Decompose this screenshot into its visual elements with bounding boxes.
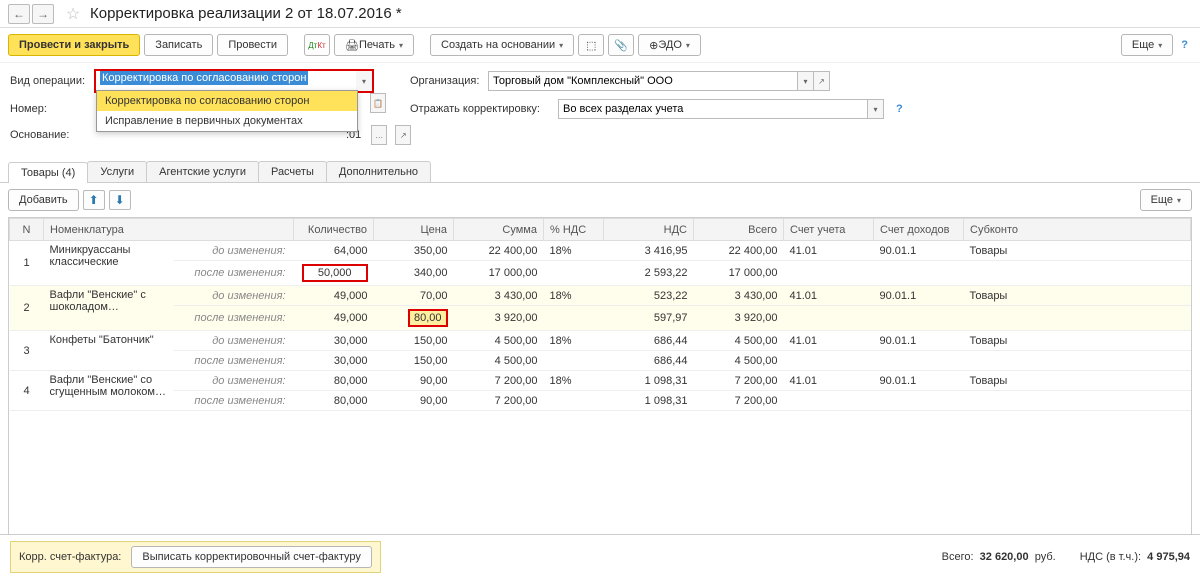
col-vat[interactable]: НДС xyxy=(604,219,694,241)
col-acc[interactable]: Счет учета xyxy=(784,219,874,241)
col-sum[interactable]: Сумма xyxy=(454,219,544,241)
tab-agent[interactable]: Агентские услуги xyxy=(146,161,259,182)
move-down-button[interactable]: ⬇ xyxy=(109,190,131,210)
number-calendar-icon[interactable]: 📋 xyxy=(370,93,386,113)
tab-calc[interactable]: Расчеты xyxy=(258,161,327,182)
col-sub[interactable]: Субконто xyxy=(964,219,1191,241)
col-price[interactable]: Цена xyxy=(374,219,454,241)
post-button[interactable]: Провести xyxy=(217,34,288,56)
total-label: Всего: xyxy=(942,551,974,563)
table-more-button[interactable]: Еще xyxy=(1140,189,1192,211)
dd-option-agreement[interactable]: Корректировка по согласованию сторон xyxy=(97,91,357,111)
add-button[interactable]: Добавить xyxy=(8,189,79,211)
table-row[interactable]: 1 Миникруассаны классические до изменени… xyxy=(10,241,1191,261)
create-based-button[interactable]: Создать на основании xyxy=(430,34,574,56)
reflect-field[interactable] xyxy=(558,99,868,119)
reflect-dropdown-icon[interactable]: ▾ xyxy=(868,99,884,119)
col-nom[interactable]: Номенклатура xyxy=(44,219,294,241)
basis-open-icon[interactable]: ↗ xyxy=(395,125,411,145)
nav-back[interactable]: ← xyxy=(8,4,30,24)
col-inc[interactable]: Счет доходов xyxy=(874,219,964,241)
print-label: Печать xyxy=(359,39,395,51)
post-and-close-button[interactable]: Провести и закрыть xyxy=(8,34,140,56)
op-type-value: Корректировка по согласованию сторон xyxy=(100,71,308,85)
op-type-dropdown: Корректировка по согласованию сторон Исп… xyxy=(96,90,358,132)
org-label: Организация: xyxy=(410,75,480,87)
nav-fwd[interactable]: → xyxy=(32,4,54,24)
attach-button[interactable]: 📎 xyxy=(608,34,634,56)
org-dropdown-icon[interactable]: ▾ xyxy=(798,71,814,91)
tab-extra[interactable]: Дополнительно xyxy=(326,161,431,182)
currency: руб. xyxy=(1035,551,1056,563)
more-button[interactable]: Еще xyxy=(1121,34,1173,56)
op-type-label: Вид операции: xyxy=(10,75,86,87)
goods-table: N Номенклатура Количество Цена Сумма % Н… xyxy=(9,218,1191,411)
col-qty[interactable]: Количество xyxy=(294,219,374,241)
table-row[interactable]: после изменения: 30,000 150,00 4 500,00 … xyxy=(10,351,1191,371)
col-n[interactable]: N xyxy=(10,219,44,241)
basis-select-icon[interactable]: … xyxy=(371,125,387,145)
dd-option-correction[interactable]: Исправление в первичных документах xyxy=(97,111,357,131)
op-type-field[interactable]: Корректировка по согласованию сторон xyxy=(96,72,356,90)
basis-label: Основание: xyxy=(10,129,86,141)
table-row[interactable]: 4 Вафли "Венские" со сгущенным молоком… … xyxy=(10,371,1191,391)
favorite-icon[interactable]: ☆ xyxy=(62,4,84,24)
reflect-label: Отражать корректировку: xyxy=(410,103,550,115)
vat-label: НДС (в т.ч.): xyxy=(1080,551,1141,563)
save-button[interactable]: Записать xyxy=(144,34,213,56)
corr-invoice-label: Корр. счет-фактура: xyxy=(19,551,121,563)
op-type-field-frame: Корректировка по согласованию сторон ▾ К… xyxy=(94,69,374,93)
col-total[interactable]: Всего xyxy=(694,219,784,241)
move-up-button[interactable]: ⬆ xyxy=(83,190,105,210)
print-button[interactable]: 🖨 Печать xyxy=(334,34,414,56)
table-row[interactable]: после изменения: 50,000 340,00 17 000,00… xyxy=(10,261,1191,286)
tab-goods[interactable]: Товары (4) xyxy=(8,162,88,183)
edo-button[interactable]: ⊕ ЭДО xyxy=(638,34,701,56)
tab-services[interactable]: Услуги xyxy=(87,161,147,182)
issue-corr-invoice-button[interactable]: Выписать корректировочный счет-фактуру xyxy=(131,546,372,568)
vat-value: 4 975,94 xyxy=(1147,551,1190,563)
structure-button[interactable]: ⬚ xyxy=(578,34,604,56)
dt-kt-button[interactable]: ДтКт xyxy=(304,34,330,56)
total-value: 32 620,00 xyxy=(980,551,1029,563)
help-icon[interactable]: ? xyxy=(1177,39,1192,51)
org-field[interactable] xyxy=(488,71,798,91)
table-row[interactable]: после изменения: 49,000 80,00 3 920,00 5… xyxy=(10,306,1191,331)
edo-label: ЭДО xyxy=(658,39,682,51)
org-open-icon[interactable]: ↗ xyxy=(814,71,830,91)
table-row[interactable]: 3 Конфеты "Батончик" до изменения: 30,00… xyxy=(10,331,1191,351)
table-row[interactable]: 2 Вафли "Венские" с шоколадом… до измене… xyxy=(10,286,1191,306)
table-row[interactable]: после изменения: 80,000 90,00 7 200,00 1… xyxy=(10,391,1191,411)
reflect-help-icon[interactable]: ? xyxy=(892,103,907,115)
page-title: Корректировка реализации 2 от 18.07.2016… xyxy=(90,5,402,22)
number-label: Номер: xyxy=(10,103,86,115)
col-vatp[interactable]: % НДС xyxy=(544,219,604,241)
op-type-dropdown-icon[interactable]: ▾ xyxy=(356,71,372,91)
